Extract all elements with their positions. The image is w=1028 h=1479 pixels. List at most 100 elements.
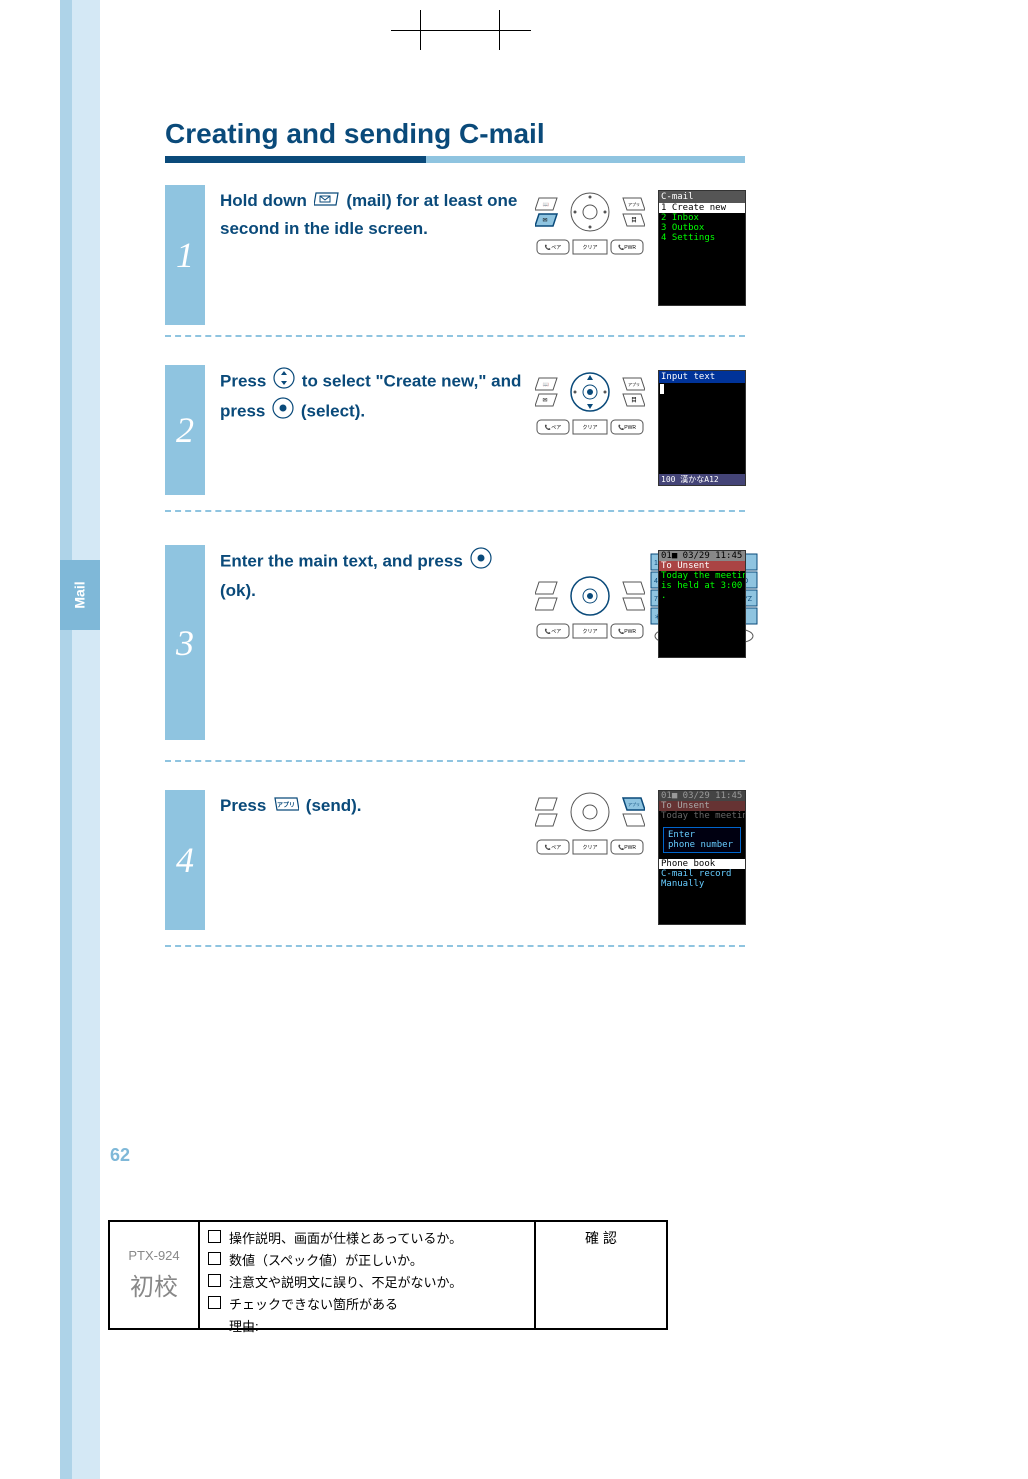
updown-key-icon [273,367,295,397]
check-item: 理由: [208,1316,526,1335]
svg-text:📞PWR: 📞PWR [618,244,636,251]
check-label: 操作説明、画面が仕様とあっているか。 [229,1228,462,1247]
checkbox-icon [208,1252,221,1265]
svg-text:📞PWR: 📞PWR [618,844,636,851]
proof-box: PTX-924 初校 操作説明、画面が仕様とあっているか。 数値（スペック値）が… [108,1220,668,1330]
svg-text:📞ペア: 📞ペア [545,628,561,635]
step-text-iconlabel: (mail) [346,191,391,210]
phone-screen-1: C-mail 1 Create new 2 Inbox 3 Outbox 4 S… [658,190,746,306]
menu-item: 4 Settings [659,233,745,243]
svg-text:✉: ✉ [542,218,547,224]
step-separator [165,945,745,947]
body-line: is held at 3:00 pm [659,581,745,591]
check-item: 操作説明、画面が仕様とあっているか。 [208,1228,526,1247]
svg-text:クリア: クリア [582,629,597,635]
check-item: 注意文や説明文に誤り、不足がないか。 [208,1272,526,1291]
left-margin-strip [60,0,100,1479]
phone-screen-4: 01■ 03/29 11:45 To Unsent Today the meet… [658,790,746,925]
proof-confirm: 確 認 [536,1222,666,1328]
svg-text:アプリ: アプリ [628,801,640,807]
step-text-pre: Press [220,796,271,815]
check-label: 注意文や説明文に誤り、不足がないか。 [229,1272,462,1291]
svg-text:目: 目 [631,397,637,404]
proof-stage: 初校 [130,1267,178,1302]
body-line: Today the meeting [659,571,745,581]
phone-screen-2: Input text 100 漢かなA12 [658,370,746,486]
menu-item: 2 Inbox [659,213,745,223]
phone-screen-3: 01■ 03/29 11:45 To Unsent Today the meet… [658,550,746,658]
screen-title: Input text [659,371,745,383]
svg-text:アプリ: アプリ [628,381,640,387]
screen-sub: To Unsent [659,801,745,811]
step-text-pre: Press [220,372,271,391]
center-key-icon [470,547,492,577]
svg-text:📞ペア: 📞ペア [545,244,561,251]
body-line: . [659,591,745,601]
check-label: 数値（スペック値）が正しいか。 [229,1250,423,1269]
body-line: Today the meeting [659,811,745,821]
prompt-line: phone number [666,840,738,850]
svg-text:目: 目 [631,217,637,224]
svg-text:アプリ: アプリ [277,801,295,809]
step-separator [165,760,745,762]
svg-text:📞PWR: 📞PWR [618,424,636,431]
status-bar: 100 漢かなA12 [659,474,745,485]
keypad-diagram-1: 📖 ✉ アプリ 目 📞ペア クリア 📞PWR [535,190,645,273]
step-text-pre: Enter the main text, and press [220,552,468,571]
check-item: チェックできない箇所がある [208,1294,526,1313]
prompt-box: Enter phone number [663,827,741,853]
crop-marks-top [420,10,500,50]
checkbox-icon [208,1230,221,1243]
step-text-end: (ok). [220,581,256,600]
step-text: Enter the main text, and press (ok). [220,547,530,604]
center-key-icon [272,397,294,427]
menu-item: 3 Outbox [659,223,745,233]
step-number-box: 1 [165,185,205,325]
step-text: Press to select "Create new," and press … [220,367,530,427]
option-item: C-mail record [659,869,745,879]
svg-text:📞PWR: 📞PWR [618,628,636,635]
step-separator [165,335,745,337]
heading-underline [165,156,745,163]
step-number: 1 [176,234,194,276]
step-number-box: 3 [165,545,205,740]
svg-text:クリア: クリア [582,245,597,251]
svg-text:✉: ✉ [542,398,547,404]
checkbox-icon [208,1296,221,1309]
screen-sub: To Unsent [659,561,745,571]
step-text: Press アプリ (send). [220,792,530,820]
model-number: PTX-924 [128,1248,179,1263]
checkbox-icon [208,1274,221,1287]
check-item: 数値（スペック値）が正しいか。 [208,1250,526,1269]
svg-text:📞ペア: 📞ペア [545,424,561,431]
step-text-end: (send). [306,796,362,815]
menu-item: 1 Create new [659,203,745,213]
cursor-row [660,384,664,394]
keypad-diagram-4: アプリ 📞ペア クリア 📞PWR [535,790,645,873]
svg-text:クリア: クリア [582,425,597,431]
svg-text:📖: 📖 [543,382,549,388]
step-number: 2 [176,409,194,451]
page-title: Creating and sending C-mail [165,118,545,150]
svg-text:📞ペア: 📞ペア [545,844,561,851]
mail-key-icon [314,188,340,215]
side-tab-mail: Mail [60,560,100,630]
confirm-label: 確 認 [585,1228,617,1248]
step-number: 4 [176,839,194,881]
step-number-box: 2 [165,365,205,495]
option-item: Phone book [659,859,745,869]
step-number: 3 [176,622,194,664]
side-tab-label: Mail [72,581,88,608]
prompt-line: Enter [666,830,738,840]
appli-key-icon: アプリ [273,793,299,820]
step-separator [165,510,745,512]
step-number-box: 4 [165,790,205,930]
proof-left: PTX-924 初校 [110,1222,200,1328]
screen-header: 01■ 03/29 11:45 [659,551,745,561]
step-text-end: (select). [301,402,365,421]
svg-text:クリア: クリア [582,845,597,851]
step-text-pre: Hold down [220,191,312,210]
step-text: Hold down (mail) for at least one second… [220,187,530,242]
svg-text:アプリ: アプリ [628,201,640,207]
screen-title: C-mail [659,191,745,203]
